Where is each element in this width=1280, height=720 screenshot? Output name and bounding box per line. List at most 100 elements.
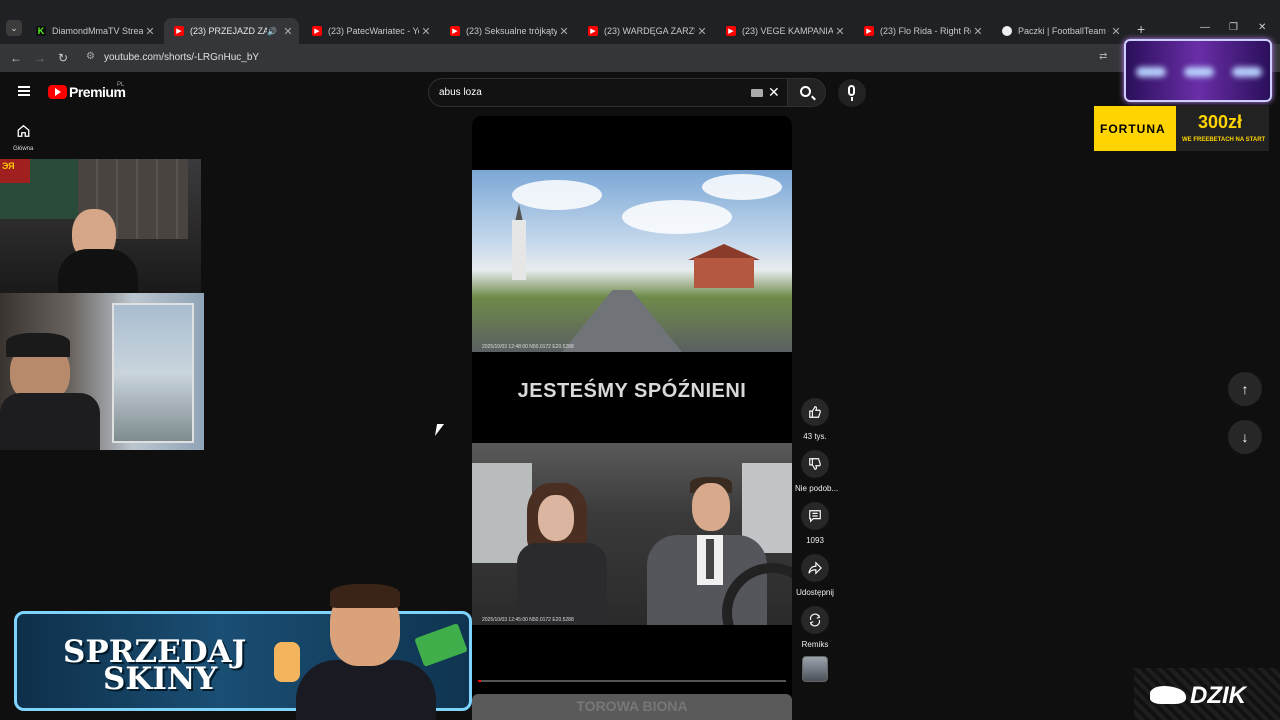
tab-label: (23) VEGE KAMPANIA CIŚ bbox=[742, 26, 833, 36]
microphone-icon bbox=[848, 85, 855, 96]
remix-button[interactable] bbox=[801, 606, 829, 634]
speaker-icon[interactable]: 🔊 bbox=[267, 27, 277, 36]
back-arrow-icon[interactable]: ← bbox=[10, 51, 22, 65]
tab-search-chevron-icon[interactable]: ⌄ bbox=[6, 20, 22, 36]
promo-line-2: SKINY bbox=[103, 661, 218, 697]
share-label: Udostępnij bbox=[796, 588, 834, 597]
streamer-webcam-top: ЭЯ bbox=[0, 159, 201, 293]
remix-action: Remiks bbox=[795, 606, 835, 649]
boar-icon bbox=[1150, 686, 1186, 704]
fortuna-logo: FORTUNA bbox=[1100, 122, 1166, 136]
keyboard-icon[interactable] bbox=[751, 89, 763, 97]
passenger-woman bbox=[517, 543, 607, 625]
tab-close-icon[interactable]: ✕ bbox=[419, 25, 433, 38]
tab-przejazd-zablo[interactable]: ▶ (23) PRZEJAZD ZABLO 🔊 ✕ bbox=[164, 18, 299, 44]
voice-search-button[interactable] bbox=[838, 79, 866, 107]
dzik-sponsor-logo: DZIK bbox=[1134, 668, 1280, 720]
fortuna-amount: 300zł bbox=[1198, 112, 1243, 132]
reload-icon[interactable]: ↻ bbox=[58, 51, 68, 65]
youtube-logo-icon[interactable] bbox=[48, 85, 67, 99]
comments-button[interactable] bbox=[801, 502, 829, 530]
tab-diamondmmatv[interactable]: K DiamondMmaTV Stream ✕ bbox=[26, 18, 161, 44]
tab-label: (23) Seksualne trójkąty i s bbox=[466, 26, 557, 36]
search-icon bbox=[800, 86, 811, 97]
minimize-icon[interactable]: — bbox=[1200, 22, 1210, 33]
promo-character bbox=[296, 660, 436, 720]
tab-patecwariatec[interactable]: ▶ (23) PatecWariatec - YouT ✕ bbox=[302, 18, 437, 44]
tab-close-icon[interactable]: ✕ bbox=[143, 25, 157, 38]
tab-vege-kampania[interactable]: ▶ (23) VEGE KAMPANIA CIŚ ✕ bbox=[716, 18, 851, 44]
fortuna-ad-banner: FORTUNA 300zł WE FREEBETACH NA START bbox=[1094, 106, 1269, 151]
site-info-icon[interactable]: ⚙ bbox=[86, 51, 95, 62]
youtube-icon: ▶ bbox=[588, 26, 598, 36]
browser-tab-bar: ⌄ K DiamondMmaTV Stream ✕ ▶ (23) PRZEJAZ… bbox=[0, 0, 1280, 44]
share-action: Udostępnij bbox=[795, 554, 835, 597]
tab-label: Paczki | FootballTeam - O bbox=[1018, 26, 1109, 36]
next-short-preview[interactable]: TOROWA BIONA bbox=[472, 694, 792, 720]
dashcam-road-scene: 2025/10/03 12:48:00 N50.0172 E20.5288 bbox=[472, 170, 792, 352]
tab-close-icon[interactable]: ✕ bbox=[971, 25, 985, 38]
translate-icon[interactable]: ⇄ bbox=[1099, 51, 1107, 62]
tab-footballteam[interactable]: Paczki | FootballTeam - O ✕ bbox=[992, 18, 1127, 44]
dashcam-timestamp: 2025/10/03 12:48:00 N50.0172 E20.5288 bbox=[482, 344, 574, 350]
search-input[interactable]: abus loza ✕ bbox=[428, 78, 788, 107]
search-button[interactable] bbox=[788, 78, 826, 107]
sound-source-thumbnail[interactable] bbox=[802, 656, 828, 682]
tab-label: DiamondMmaTV Stream bbox=[52, 26, 143, 36]
thumbs-up-hand bbox=[274, 642, 300, 682]
tab-close-icon[interactable]: ✕ bbox=[557, 25, 571, 38]
like-count: 43 tys. bbox=[803, 432, 827, 441]
window-close-icon[interactable]: ✕ bbox=[1258, 22, 1266, 33]
new-tab-plus-icon[interactable]: + bbox=[1137, 21, 1145, 37]
tab-seksualne-trojkaty[interactable]: ▶ (23) Seksualne trójkąty i s ✕ bbox=[440, 18, 575, 44]
short-caption: JESTEŚMY SPÓŹNIENI bbox=[517, 380, 747, 402]
youtube-icon: ▶ bbox=[450, 26, 460, 36]
like-action: 43 tys. bbox=[795, 398, 835, 441]
tab-label: (23) Flo Rida - Right Roun bbox=[880, 26, 971, 36]
youtube-icon: ▶ bbox=[312, 26, 322, 36]
tab-wardega[interactable]: ▶ (23) WARDĘGA ZARZUCA ✕ bbox=[578, 18, 713, 44]
video-progress-bar[interactable] bbox=[478, 680, 786, 682]
forward-arrow-icon[interactable]: → bbox=[34, 51, 46, 65]
next-short-button[interactable]: ↓ bbox=[1228, 420, 1262, 454]
hamburger-menu-icon[interactable] bbox=[18, 86, 30, 96]
comment-count: 1093 bbox=[806, 536, 824, 545]
comment-icon bbox=[809, 510, 821, 523]
tab-close-icon[interactable]: ✕ bbox=[695, 25, 709, 38]
url-field[interactable]: youtube.com/shorts/-LRGnHuc_bY bbox=[104, 52, 259, 63]
youtube-icon: ▶ bbox=[726, 26, 736, 36]
region-code: PL bbox=[117, 82, 125, 88]
restore-icon[interactable]: ❐ bbox=[1229, 22, 1238, 33]
tab-close-icon[interactable]: ✕ bbox=[1109, 25, 1123, 38]
streamer-webcam-bottom bbox=[0, 293, 204, 450]
like-button[interactable] bbox=[801, 398, 829, 426]
share-arrow-icon bbox=[808, 561, 822, 575]
tab-label: (23) PatecWariatec - YouT bbox=[328, 26, 419, 36]
stream-overlay-animation bbox=[1124, 39, 1272, 102]
remix-label: Remiks bbox=[801, 640, 829, 649]
previous-short-button[interactable]: ↑ bbox=[1228, 372, 1262, 406]
address-bar: ← → ↻ ⚙ youtube.com/shorts/-LRGnHuc_bY ⇄ bbox=[0, 44, 1280, 72]
nav-home-label[interactable]: Główna bbox=[13, 146, 33, 152]
remix-icon bbox=[809, 613, 821, 627]
dashcam-timestamp: 2025/10/03 12:45:00 N50.0172 E20.5288 bbox=[482, 617, 574, 623]
search-query-text: abus loza bbox=[439, 87, 482, 98]
youtube-icon: ▶ bbox=[864, 26, 874, 36]
tab-close-icon[interactable]: ✕ bbox=[833, 25, 847, 38]
video-progress-fill bbox=[478, 680, 482, 682]
kick-icon: K bbox=[36, 26, 46, 36]
dislike-button[interactable] bbox=[801, 450, 829, 478]
home-icon[interactable] bbox=[16, 124, 31, 138]
church-building bbox=[512, 220, 526, 280]
share-button[interactable] bbox=[801, 554, 829, 582]
clear-search-icon[interactable]: ✕ bbox=[768, 84, 780, 101]
tab-label: (23) PRZEJAZD ZABLO bbox=[190, 26, 268, 36]
thumbs-up-icon bbox=[809, 406, 821, 418]
tab-flo-rida[interactable]: ▶ (23) Flo Rida - Right Roun ✕ bbox=[854, 18, 989, 44]
dislike-action: Nie podob... bbox=[795, 450, 838, 493]
thumbs-down-icon bbox=[809, 458, 821, 470]
fortuna-subtitle: WE FREEBETACH NA START bbox=[1182, 137, 1266, 143]
youtube-icon: ▶ bbox=[174, 26, 184, 36]
tab-close-icon[interactable]: ✕ bbox=[281, 25, 295, 38]
webcam-label: ЭЯ bbox=[0, 159, 30, 183]
